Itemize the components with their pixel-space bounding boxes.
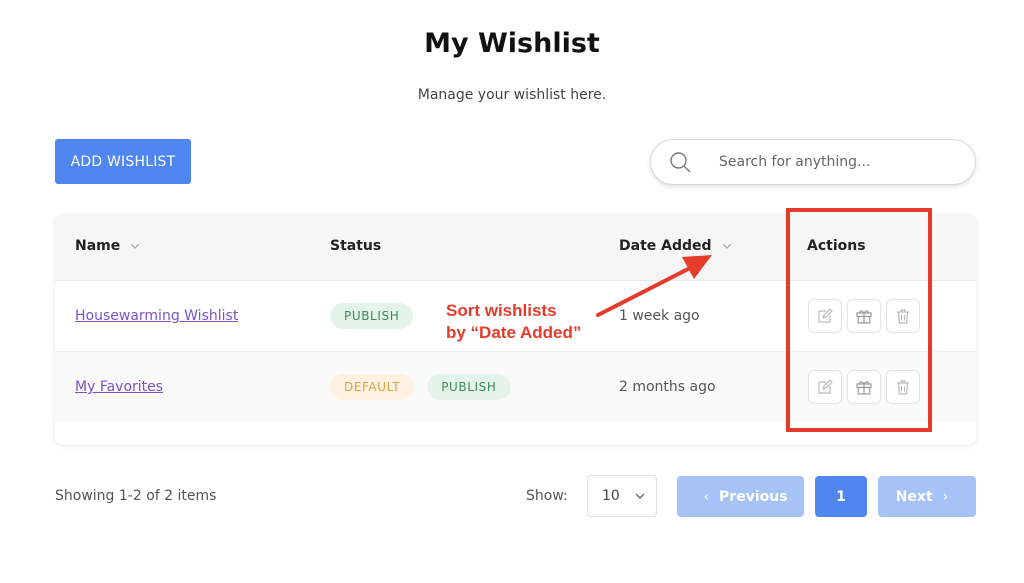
column-status-header: Status bbox=[330, 238, 381, 254]
next-page-button[interactable]: Next › bbox=[878, 476, 976, 517]
chevron-right-icon: › bbox=[942, 488, 949, 505]
table-header: Name Status Date Added Actions bbox=[55, 214, 976, 281]
edit-icon bbox=[818, 308, 833, 323]
annotation-callout: Sort wishlists by “Date Added” bbox=[446, 300, 581, 344]
pagination-summary: Showing 1-2 of 2 items bbox=[55, 488, 217, 504]
page-subtitle: Manage your wishlist here. bbox=[417, 87, 607, 103]
page-size-value: 10 bbox=[602, 488, 620, 504]
table-row: My Favorites DEFAULT PUBLISH 2 months ag… bbox=[55, 352, 976, 422]
trash-icon bbox=[897, 380, 909, 395]
status-badge: PUBLISH bbox=[330, 303, 414, 329]
date-added-value: 2 months ago bbox=[619, 379, 716, 395]
page-size-select[interactable]: 10 bbox=[587, 475, 657, 517]
status-badge: DEFAULT bbox=[330, 374, 415, 400]
search-input[interactable] bbox=[717, 153, 951, 171]
trash-icon bbox=[897, 309, 909, 324]
gift-button[interactable] bbox=[847, 370, 881, 404]
edit-icon bbox=[818, 379, 833, 394]
page-title: My Wishlist bbox=[424, 28, 600, 59]
gift-icon bbox=[856, 310, 872, 324]
column-name-label: Name bbox=[75, 238, 121, 254]
add-wishlist-button[interactable]: ADD WISHLIST bbox=[55, 139, 191, 184]
edit-button[interactable] bbox=[808, 299, 842, 333]
status-badge: PUBLISH bbox=[427, 374, 511, 400]
next-label: Next bbox=[895, 488, 933, 505]
column-actions-label: Actions bbox=[807, 238, 866, 254]
chevron-down-icon bbox=[131, 244, 140, 249]
search-box[interactable] bbox=[650, 139, 976, 185]
annotation-arrow bbox=[596, 255, 712, 317]
annotation-line-1: Sort wishlists bbox=[446, 301, 557, 320]
chevron-down-icon bbox=[635, 493, 645, 499]
delete-button[interactable] bbox=[886, 370, 920, 404]
page-size-label: Show: bbox=[526, 488, 568, 504]
column-status-label: Status bbox=[330, 238, 382, 254]
column-name-header[interactable]: Name bbox=[75, 238, 140, 254]
previous-page-button[interactable]: ‹ Previous bbox=[677, 476, 804, 517]
edit-button[interactable] bbox=[808, 370, 842, 404]
gift-icon bbox=[856, 381, 872, 395]
column-actions-header: Actions bbox=[807, 238, 866, 254]
chevron-left-icon: ‹ bbox=[703, 488, 710, 505]
search-icon bbox=[670, 152, 691, 173]
delete-button[interactable] bbox=[886, 299, 920, 333]
gift-button[interactable] bbox=[847, 299, 881, 333]
wishlist-name-link[interactable]: Housewarming Wishlist bbox=[75, 308, 238, 324]
annotation-line-2: by “Date Added” bbox=[446, 323, 582, 342]
wishlist-name-link[interactable]: My Favorites bbox=[75, 379, 163, 395]
page-number-button[interactable]: 1 bbox=[815, 476, 867, 517]
previous-label: Previous bbox=[719, 488, 788, 505]
